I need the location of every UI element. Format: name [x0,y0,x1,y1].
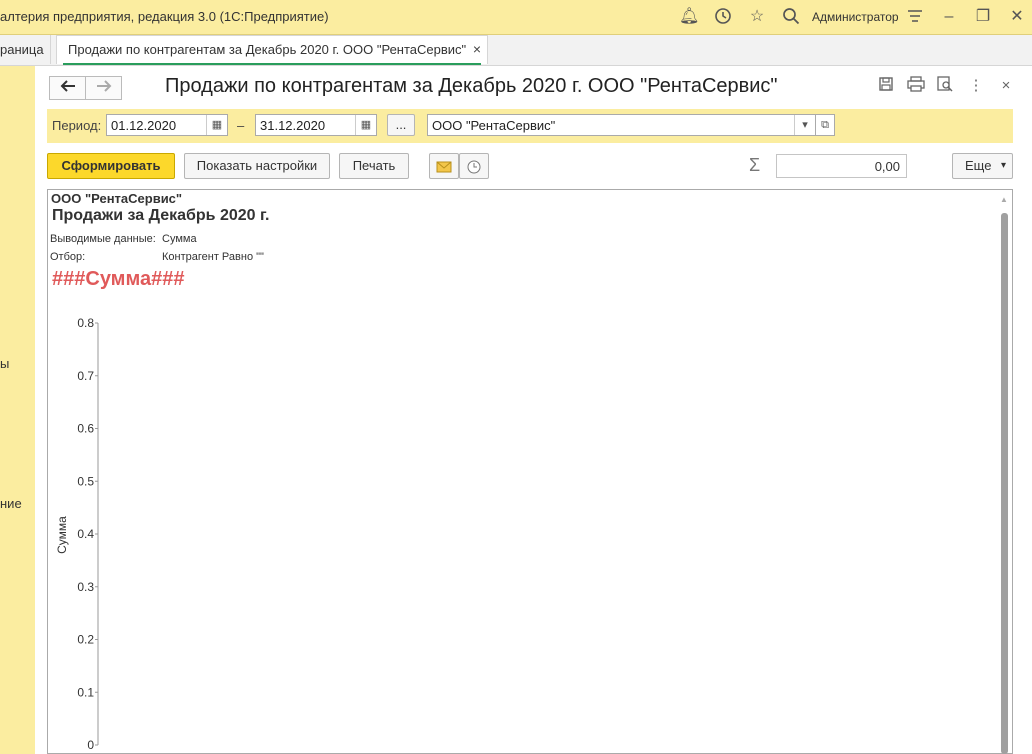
arrow-left-icon [60,79,76,96]
tab-home[interactable]: раница [0,35,51,64]
save-icon[interactable] [876,76,896,96]
tab-home-label: раница [0,42,44,57]
clock-icon [467,158,481,174]
y-tick-label: 0.4 [77,527,94,541]
organization-field[interactable]: ООО "РентаСервис" ▾ [427,114,816,136]
date-from-value: 01.12.2020 [111,118,177,133]
active-tab-indicator [63,63,481,65]
sidebar-item[interactable]: ы [0,356,9,371]
search-icon[interactable] [781,7,801,27]
print-icon[interactable] [906,76,926,96]
sidebar-item[interactable]: ние [0,496,22,511]
period-select-button[interactable]: ... [387,114,415,136]
calendar-icon[interactable]: ▦ [355,115,376,135]
menu-icon[interactable] [905,7,925,27]
y-tick-label: 0.6 [77,422,94,436]
output-value: Сумма [162,233,197,245]
y-tick-label: 0.2 [77,633,94,647]
sum-field: 0,00 [776,154,907,178]
print-button[interactable]: Печать [339,153,409,179]
more-vertical-icon[interactable]: ⋮ [966,76,986,96]
y-tick-label: 0.8 [77,316,94,330]
y-tick-label: 0.5 [77,474,94,488]
y-tick-label: 0 [87,738,94,752]
tab-report[interactable]: Продажи по контрагентам за Декабрь 2020 … [56,35,488,65]
envelope-icon [436,158,452,173]
arrow-right-icon [96,79,112,96]
organization-value: ООО "РентаСервис" [432,118,556,133]
sidebar: ы ние [0,66,35,754]
history-icon[interactable] [713,7,733,27]
open-icon[interactable]: ⧉ [815,114,835,136]
chevron-down-icon: ▾ [1000,160,1006,171]
generate-button[interactable]: Сформировать [47,153,175,179]
star-icon[interactable]: ☆ [747,7,767,27]
report-title: Продажи за Декабрь 2020 г. [52,207,270,224]
more-button[interactable]: Еще ▾ [952,153,1013,179]
close-icon[interactable]: ✕ [1007,7,1027,27]
sigma-icon[interactable]: Σ [749,155,760,176]
date-from-field[interactable]: 01.12.2020 ▦ [106,114,228,136]
period-label: Период: [52,118,102,133]
scroll-up-arrow[interactable]: ▲ [1000,195,1008,204]
filter-value: Контрагент Равно "" [162,251,264,263]
tabs-bar: раница Продажи по контрагентам за Декабр… [0,35,1032,66]
calendar-icon[interactable]: ▦ [206,115,227,135]
y-tick-label: 0.3 [77,580,94,594]
y-tick-label: 0.1 [77,685,94,699]
date-to-value: 31.12.2020 [260,118,326,133]
report-org: ООО "РентаСервис" [51,191,183,206]
window-titlebar: алтерия предприятия, редакция 3.0 (1С:Пр… [0,0,1032,35]
y-tick-label: 0.7 [77,369,94,383]
date-to-field[interactable]: 31.12.2020 ▦ [255,114,377,136]
filter-label: Отбор: [50,251,86,263]
back-button[interactable] [49,76,86,100]
form-title: Продажи по контрагентам за Декабрь 2020 … [165,75,778,97]
schedule-button[interactable] [459,153,489,179]
more-label: Еще [965,158,992,173]
sum-placeholder: ###Сумма### [52,268,185,290]
app-title: алтерия предприятия, редакция 3.0 (1С:Пр… [0,9,329,24]
restore-icon[interactable]: ❐ [973,7,993,27]
chevron-down-icon[interactable]: ▾ [794,115,815,135]
close-tab-icon[interactable]: × [473,41,481,57]
show-settings-button[interactable]: Показать настройки [184,153,330,179]
sum-chart: 0 0.1 0.2 0.3 0.4 0.5 0.6 0.7 0.8 Сумма [55,316,99,752]
tab-report-label: Продажи по контрагентам за Декабрь 2020 … [68,42,467,57]
user-name[interactable]: Администратор [812,10,899,24]
output-label: Выводимые данные: [50,233,156,245]
bell-icon[interactable]: 🔔︎ [679,7,699,27]
vertical-scrollbar[interactable] [1001,213,1008,754]
email-button[interactable] [429,153,459,179]
minimize-icon[interactable]: – [939,7,959,27]
y-axis: 0 0.1 0.2 0.3 0.4 0.5 0.6 0.7 0.8 [77,316,99,752]
y-axis-label: Сумма [55,516,69,554]
period-dash: – [237,118,245,133]
close-form-icon[interactable]: × [996,76,1016,96]
forward-button[interactable] [85,76,122,100]
preview-icon[interactable] [935,76,955,96]
